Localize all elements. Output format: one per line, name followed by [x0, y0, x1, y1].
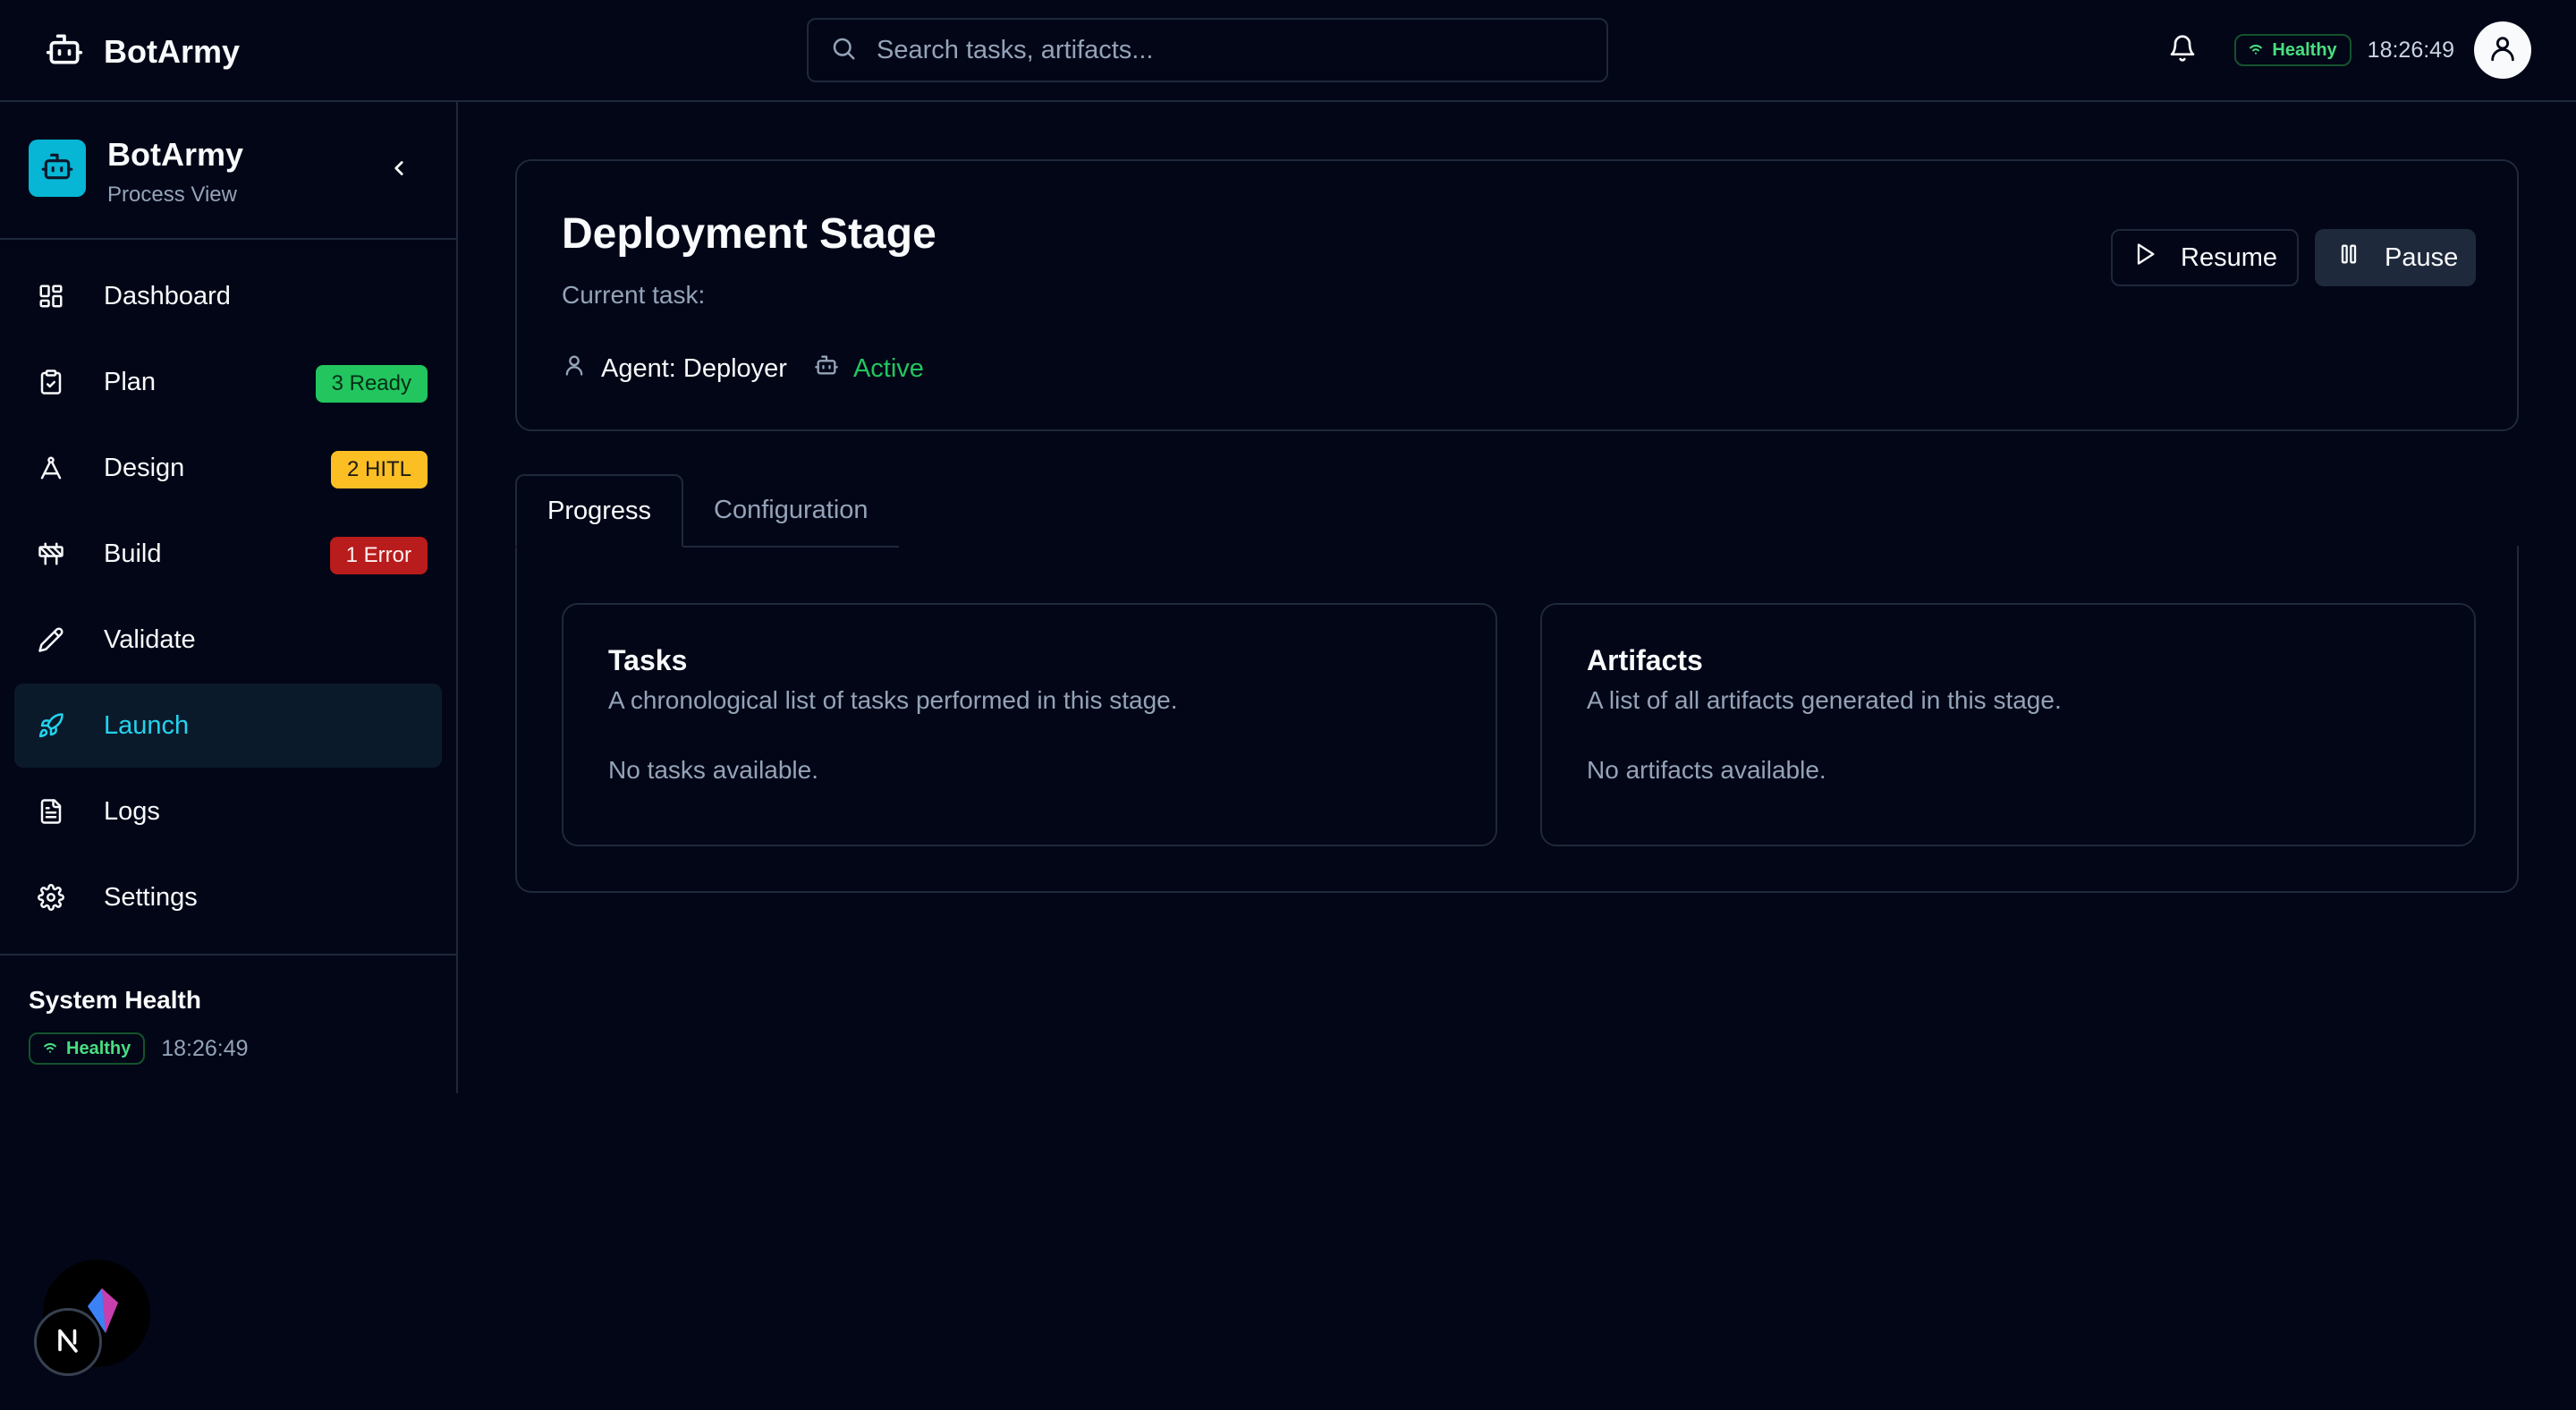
- dashboard-icon: [36, 281, 66, 311]
- sidebar-title: BotArmy: [107, 136, 244, 173]
- nextjs-icon: [52, 1324, 84, 1361]
- top-bar: BotArmy Healthy 18:26:49: [0, 0, 2576, 102]
- sidebar-item-label: Settings: [104, 882, 198, 912]
- bell-icon: [2168, 34, 2197, 67]
- error-badge: 1 Error: [329, 537, 428, 574]
- gear-icon: [36, 882, 66, 913]
- user-icon: [2487, 33, 2518, 68]
- sidebar: BotArmy Process View Dashboard Plan 3 Re…: [0, 102, 458, 1093]
- sidebar-item-label: Logs: [104, 796, 160, 826]
- artifacts-empty-state: No artifacts available.: [1587, 756, 1826, 784]
- health-label: Healthy: [2272, 39, 2337, 60]
- pause-label: Pause: [2385, 242, 2459, 272]
- sidebar-item-dashboard[interactable]: Dashboard: [14, 254, 442, 338]
- sidebar-item-label: Plan: [104, 367, 157, 396]
- artifacts-description: A list of all artifacts generated in thi…: [1587, 686, 2062, 714]
- stage-card: Deployment Stage Current task: Agent: De…: [515, 159, 2519, 431]
- resume-label: Resume: [2181, 242, 2277, 272]
- compass-icon: [36, 453, 66, 483]
- resume-button[interactable]: Resume: [2111, 229, 2299, 286]
- top-right-controls: Healthy 18:26:49: [2165, 21, 2531, 79]
- app-name: BotArmy: [104, 32, 241, 70]
- pencil-icon: [36, 624, 66, 655]
- sidebar-item-label: Launch: [104, 710, 190, 740]
- ready-badge: 3 Ready: [315, 365, 428, 403]
- notifications-button[interactable]: [2165, 32, 2200, 68]
- artifacts-card: Artifacts A list of all artifacts genera…: [1540, 603, 2476, 846]
- tasks-empty-state: No tasks available.: [608, 756, 819, 784]
- tab-bar: Progress Configuration: [515, 474, 899, 548]
- rocket-icon: [36, 710, 66, 741]
- sidebar-item-logs[interactable]: Logs: [14, 769, 442, 854]
- search-icon: [830, 35, 857, 66]
- avatar[interactable]: [2474, 21, 2531, 79]
- sidebar-item-design[interactable]: Design 2 HITL: [14, 426, 442, 510]
- sidebar-item-launch[interactable]: Launch: [14, 684, 442, 768]
- sidebar-item-label: Validate: [104, 624, 196, 654]
- user-icon: [562, 352, 587, 385]
- sidebar-item-label: Build: [104, 539, 162, 568]
- tasks-card: Tasks A chronological list of tasks perf…: [562, 603, 1497, 846]
- sidebar-item-build[interactable]: Build 1 Error: [14, 512, 442, 596]
- health-badge: Healthy: [2234, 34, 2351, 66]
- chevron-left-icon: [387, 157, 411, 184]
- search-input[interactable]: [877, 35, 1574, 65]
- clock: 18:26:49: [2367, 37, 2454, 63]
- clipboard-icon: [36, 367, 66, 397]
- sidebar-item-plan[interactable]: Plan 3 Ready: [14, 340, 442, 424]
- tasks-description: A chronological list of tasks performed …: [608, 686, 1178, 714]
- construction-icon: [36, 539, 66, 569]
- bot-icon: [40, 149, 74, 188]
- current-task: Current task:: [562, 281, 706, 309]
- sidebar-item-settings[interactable]: Settings: [14, 855, 442, 939]
- health-badge: Healthy: [29, 1032, 146, 1065]
- sidebar-item-validate[interactable]: Validate: [14, 598, 442, 682]
- wifi-icon: [41, 1037, 59, 1060]
- health-time: 18:26:49: [161, 1035, 249, 1061]
- play-icon: [2132, 242, 2157, 274]
- sidebar-item-label: Dashboard: [104, 281, 231, 310]
- progress-panel: Tasks A chronological list of tasks perf…: [515, 546, 2519, 893]
- pause-icon: [2336, 242, 2361, 274]
- bot-icon: [45, 30, 84, 73]
- sidebar-subtitle: Process View: [107, 183, 237, 207]
- sidebar-item-label: Design: [104, 453, 185, 482]
- sidebar-nav: Dashboard Plan 3 Ready Design 2 HITL Bui…: [14, 254, 442, 941]
- system-health-panel: System Health Healthy 18:26:49: [0, 954, 456, 1093]
- search-box[interactable]: [807, 18, 1608, 82]
- hitl-badge: 2 HITL: [330, 451, 428, 488]
- status-badge: Active: [852, 353, 924, 383]
- tab-configuration[interactable]: Configuration: [683, 474, 899, 548]
- sidebar-header: BotArmy Process View: [0, 102, 456, 240]
- wifi-icon: [2247, 38, 2265, 62]
- nextjs-indicator[interactable]: [34, 1308, 102, 1376]
- pause-button[interactable]: Pause: [2315, 229, 2476, 286]
- artifacts-title: Artifacts: [1587, 644, 1703, 676]
- bot-icon: [814, 352, 839, 385]
- sidebar-logo: [29, 140, 86, 197]
- tasks-title: Tasks: [608, 644, 688, 676]
- page-title: Deployment Stage: [562, 210, 936, 258]
- tab-progress[interactable]: Progress: [515, 474, 684, 548]
- brand[interactable]: BotArmy: [45, 30, 240, 73]
- file-text-icon: [36, 796, 66, 827]
- stage-meta: Agent: Deployer Active: [562, 352, 924, 385]
- health-label: Healthy: [66, 1038, 131, 1058]
- agent-label: Agent: Deployer: [601, 353, 787, 383]
- collapse-sidebar-button[interactable]: [385, 156, 413, 184]
- system-health-title: System Health: [29, 986, 201, 1014]
